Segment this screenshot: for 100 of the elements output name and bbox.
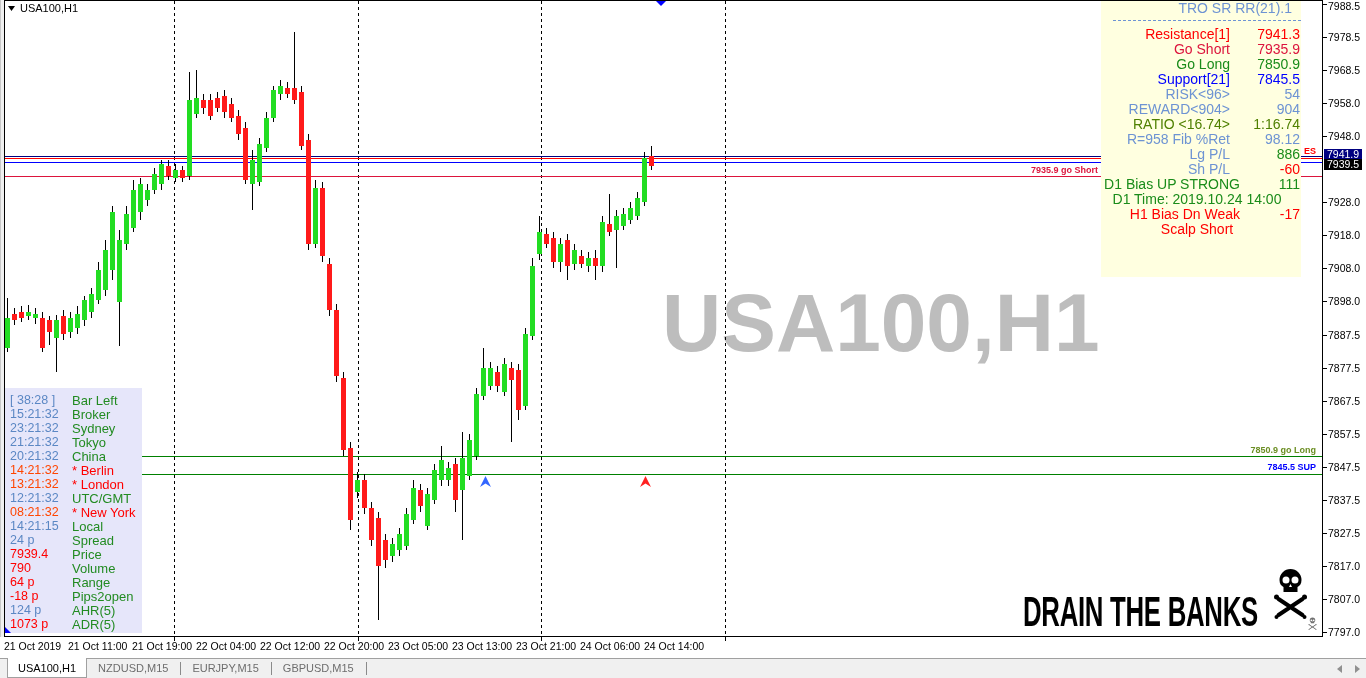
time-axis-label: 23 Oct 05:00 <box>388 640 449 653</box>
row-label: D1 Time: 2019.10.24 14:00 <box>1112 193 1282 206</box>
scroll-right-icon[interactable] <box>1355 664 1360 673</box>
bullish-candle <box>75 305 80 335</box>
clock-value: [ 38:28 ] <box>10 394 56 406</box>
bullish-candle <box>355 471 360 499</box>
bullish-candle <box>138 177 143 221</box>
bearish-candle <box>516 363 521 421</box>
bullish-candle <box>642 151 647 207</box>
bullish-candle <box>439 445 444 487</box>
bullish-candle <box>397 527 402 557</box>
row-label: Go Long <box>1176 58 1230 71</box>
chart-tab[interactable]: NZDUSD,M15 <box>87 662 182 675</box>
bearish-candle <box>215 91 220 113</box>
price-axis-label: 7797.0 <box>1328 626 1361 638</box>
bearish-candle <box>243 121 248 185</box>
bullish-candle <box>537 215 542 261</box>
bearish-candle <box>180 165 185 183</box>
clock-label: Bar Left <box>72 394 118 406</box>
clock-value: 13:21:32 <box>10 478 59 490</box>
bearish-candle <box>208 93 213 121</box>
clock-label: AHR(5) <box>72 604 116 616</box>
level-label: 7850.9 go Long <box>1250 445 1316 455</box>
bullish-candle <box>54 314 59 373</box>
row-label: Scalp Short <box>1160 223 1234 236</box>
bearish-candle <box>285 81 290 99</box>
clock-label: * London <box>72 478 125 490</box>
clock-value: 124 p <box>10 604 42 616</box>
bullish-candle <box>250 149 255 211</box>
chart-tab[interactable]: USA100,H1 <box>7 658 88 678</box>
price-axis-label: 7827.5 <box>1328 527 1361 539</box>
chart-tab[interactable]: GBPUSD,M15 <box>271 662 367 675</box>
row-value: 1:16.74 <box>1253 118 1300 131</box>
bullish-candle <box>173 163 178 183</box>
row-value: 7845.5 <box>1257 73 1300 86</box>
bearish-candle <box>544 227 549 249</box>
clock-label: * Berlin <box>72 464 114 476</box>
bearish-candle <box>61 309 66 341</box>
clock-value: -18 p <box>10 590 39 602</box>
bullish-candle <box>411 479 416 525</box>
clock-value: 21:21:32 <box>10 436 59 448</box>
bullish-candle <box>313 179 318 249</box>
panel-title: TRO SR RR(21).1 <box>1178 2 1292 15</box>
bearish-candle <box>201 93 206 115</box>
row-value: 7941.3 <box>1257 28 1300 41</box>
bullish-candle <box>68 311 73 339</box>
bullish-candle <box>628 201 633 225</box>
bullish-candle <box>446 461 451 487</box>
bullish-candle <box>103 239 108 297</box>
price-axis-label: 7847.5 <box>1328 461 1361 473</box>
clock-label: Spread <box>72 534 114 546</box>
clock-value: 08:21:32 <box>10 506 59 518</box>
row-label: REWARD<904> <box>1128 103 1230 116</box>
clock-value: 24 p <box>10 534 35 546</box>
price-axis-label: 7928.0 <box>1328 196 1361 208</box>
bullish-candle <box>432 463 437 505</box>
row-label: D1 Bias UP STRONG <box>1104 178 1240 191</box>
bearish-candle <box>236 109 241 141</box>
time-axis-label: 21 Oct 19:00 <box>132 640 193 653</box>
price-axis-label: 7867.5 <box>1328 395 1361 407</box>
dropdown-caret-icon[interactable] <box>8 6 15 11</box>
row-label: R=958 Fib %Ret <box>1126 133 1230 146</box>
clock-value: 1073 p <box>10 618 49 630</box>
row-value: 7850.9 <box>1257 58 1300 71</box>
bullish-candle <box>159 159 164 191</box>
bearish-candle <box>327 257 332 317</box>
time-axis-label: 24 Oct 14:00 <box>644 640 705 653</box>
price-axis-label: 7978.5 <box>1328 31 1361 43</box>
bullish-candle <box>425 487 430 531</box>
scroll-left-icon[interactable] <box>1337 664 1342 673</box>
chart-tab[interactable]: EURJPY,M15 <box>181 662 272 675</box>
price-axis-label: 7837.5 <box>1328 494 1361 506</box>
row-label: Support[21] <box>1157 73 1230 86</box>
arrowhead-up-icon <box>480 476 491 487</box>
row-value: 904 <box>1276 103 1300 116</box>
price-axis-label: 7817.0 <box>1328 560 1361 572</box>
bearish-candle <box>383 533 388 569</box>
time-axis-label: 23 Oct 13:00 <box>452 640 513 653</box>
bullish-candle <box>586 251 591 273</box>
clock-label: Volume <box>72 562 116 574</box>
price-axis-label: 7908.0 <box>1328 262 1361 274</box>
bullish-candle <box>558 237 563 273</box>
clock-value: 790 <box>10 562 31 574</box>
time-axis-label: 22 Oct 04:00 <box>196 640 257 653</box>
price-tag: 7939.5 <box>1324 159 1362 170</box>
clock-label: Price <box>72 548 102 560</box>
bullish-candle <box>145 183 150 207</box>
bullish-candle <box>271 85 276 123</box>
price-axis-label: 7948.0 <box>1328 130 1361 142</box>
price-axis-label: 7958.0 <box>1328 97 1361 109</box>
bullish-candle <box>572 243 577 271</box>
triangle-marker-icon <box>656 1 666 6</box>
bearish-candle <box>453 457 458 513</box>
row-label: Resistance[1] <box>1145 28 1230 41</box>
symbol-label: USA100,H1 <box>20 2 79 15</box>
clock-label: China <box>72 450 106 462</box>
bullish-candle <box>467 433 472 481</box>
bullish-candle <box>26 304 31 321</box>
bearish-candle <box>299 85 304 151</box>
row-label: RISK<96> <box>1165 88 1230 101</box>
